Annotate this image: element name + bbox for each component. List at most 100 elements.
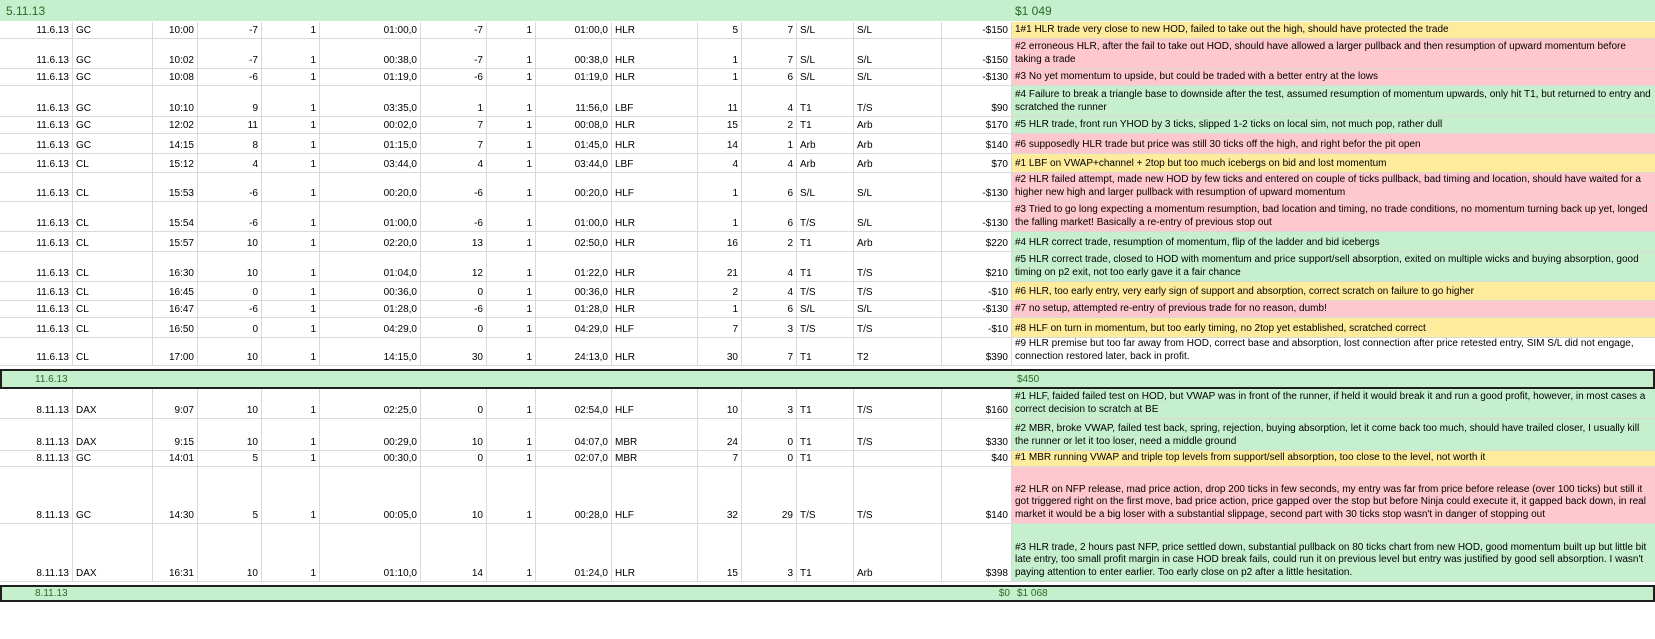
trade-time[interactable]: 17:00 — [153, 338, 198, 365]
contracts-p1[interactable]: 1 — [262, 173, 320, 201]
trade-note[interactable]: #2 HLR failed attempt, made new HOD by f… — [1012, 173, 1655, 201]
duration-p2[interactable]: 00:36,0 — [536, 282, 612, 300]
mae-ticks[interactable]: 6 — [742, 202, 797, 231]
duration-p2[interactable]: 02:50,0 — [536, 232, 612, 251]
mae-ticks[interactable]: 4 — [742, 86, 797, 116]
duration-p1[interactable]: 03:35,0 — [320, 86, 421, 116]
contracts-p2[interactable]: 1 — [487, 86, 536, 116]
ticks-p2[interactable]: 7 — [421, 117, 487, 133]
setup-type[interactable]: HLR — [612, 202, 698, 231]
duration-p1[interactable]: 01:00,0 — [320, 22, 421, 38]
exit-p2[interactable]: Arb — [854, 524, 942, 581]
exit-p1[interactable]: T1 — [797, 338, 854, 365]
trade-date[interactable]: 11.6.13 — [0, 117, 73, 133]
duration-p1[interactable]: 02:25,0 — [320, 389, 421, 418]
trade-row[interactable]: 11.6.13 GC 10:10 9 1 03:35,0 1 1 11:56,0 LBF 11 4 T1… — [0, 86, 1655, 117]
trade-date[interactable]: 11.6.13 — [0, 318, 73, 337]
setup-type[interactable]: HLR — [612, 22, 698, 38]
trade-row[interactable]: 11.6.13 GC 10:08 -6 1 01:19,0 -6 1 01:19,0 HLR 1 6 S… — [0, 69, 1655, 86]
contracts-p1[interactable]: 1 — [262, 451, 320, 466]
profit-loss[interactable]: $140 — [942, 467, 1012, 523]
setup-type[interactable]: MBR — [612, 451, 698, 466]
mae-ticks[interactable]: 3 — [742, 389, 797, 418]
ticks-p1[interactable]: 11 — [198, 117, 262, 133]
trade-time[interactable]: 10:02 — [153, 39, 198, 68]
mae-ticks[interactable]: 0 — [742, 419, 797, 450]
contracts-p1[interactable]: 1 — [262, 252, 320, 281]
mfe-ticks[interactable]: 24 — [698, 419, 742, 450]
trade-row[interactable]: 11.6.13 CL 16:50 0 1 04:29,0 0 1 04:29,0 HLF 7 3 T/S… — [0, 318, 1655, 338]
exit-p2[interactable]: Arb — [854, 117, 942, 133]
profit-loss[interactable]: $210 — [942, 252, 1012, 281]
duration-p2[interactable]: 00:08,0 — [536, 117, 612, 133]
ticks-p2[interactable]: 1 — [421, 86, 487, 116]
ticks-p1[interactable]: -7 — [198, 22, 262, 38]
setup-type[interactable]: HLR — [612, 69, 698, 85]
contracts-p1[interactable]: 1 — [262, 86, 320, 116]
contracts-p1[interactable]: 1 — [262, 318, 320, 337]
trade-row[interactable]: 11.6.13 GC 14:15 8 1 01:15,0 7 1 01:45,0 HLR 14 1 Ar… — [0, 134, 1655, 154]
duration-p2[interactable]: 00:38,0 — [536, 39, 612, 68]
trade-date[interactable]: 11.6.13 — [0, 338, 73, 365]
duration-p2[interactable]: 11:56,0 — [536, 86, 612, 116]
trade-row[interactable]: 11.6.13 GC 10:02 -7 1 00:38,0 -7 1 00:38,0 HLR 1 7 S… — [0, 39, 1655, 69]
exit-p1[interactable]: S/L — [797, 39, 854, 68]
duration-p1[interactable]: 04:29,0 — [320, 318, 421, 337]
trade-date[interactable]: 11.6.13 — [0, 86, 73, 116]
duration-p2[interactable]: 03:44,0 — [536, 154, 612, 172]
setup-type[interactable]: HLF — [612, 389, 698, 418]
mfe-ticks[interactable]: 10 — [698, 389, 742, 418]
duration-p2[interactable]: 01:24,0 — [536, 524, 612, 581]
mfe-ticks[interactable]: 11 — [698, 86, 742, 116]
trade-row[interactable]: 11.6.13 CL 15:57 10 1 02:20,0 13 1 02:50,0 HLR 16 2… — [0, 232, 1655, 252]
mae-ticks[interactable]: 2 — [742, 232, 797, 251]
duration-p1[interactable]: 01:28,0 — [320, 301, 421, 317]
ticks-p2[interactable]: 12 — [421, 252, 487, 281]
contracts-p1[interactable]: 1 — [262, 69, 320, 85]
mae-ticks[interactable]: 6 — [742, 301, 797, 317]
mae-ticks[interactable]: 3 — [742, 524, 797, 581]
exit-p2[interactable]: T/S — [854, 389, 942, 418]
mae-ticks[interactable]: 29 — [742, 467, 797, 523]
setup-type[interactable]: HLR — [612, 232, 698, 251]
exit-p1[interactable]: T1 — [797, 451, 854, 466]
trade-note[interactable]: #3 Tried to go long expecting a momentum… — [1012, 202, 1655, 231]
ticks-p2[interactable]: 0 — [421, 389, 487, 418]
duration-p1[interactable]: 01:10,0 — [320, 524, 421, 581]
trade-time[interactable]: 16:45 — [153, 282, 198, 300]
mae-ticks[interactable]: 7 — [742, 39, 797, 68]
ticks-p2[interactable]: -6 — [421, 301, 487, 317]
profit-loss[interactable]: -$130 — [942, 69, 1012, 85]
mae-ticks[interactable]: 1 — [742, 134, 797, 153]
profit-loss[interactable]: -$10 — [942, 282, 1012, 300]
contracts-p1[interactable]: 1 — [262, 301, 320, 317]
exit-p2[interactable] — [854, 451, 942, 466]
duration-p1[interactable]: 00:38,0 — [320, 39, 421, 68]
trade-note[interactable]: #4 Failure to break a triangle base to d… — [1012, 86, 1655, 116]
ticks-p2[interactable]: 0 — [421, 282, 487, 300]
ticks-p1[interactable]: 10 — [198, 389, 262, 418]
profit-loss[interactable]: $90 — [942, 86, 1012, 116]
setup-type[interactable]: HLF — [612, 173, 698, 201]
trade-row[interactable]: 8.11.13 GC 14:01 5 1 00:30,0 0 1 02:07,0 MBR 7 0 T1 $… — [0, 451, 1655, 467]
duration-p1[interactable]: 14:15,0 — [320, 338, 421, 365]
ticks-p1[interactable]: -7 — [198, 39, 262, 68]
profit-loss[interactable]: $390 — [942, 338, 1012, 365]
trade-note[interactable]: #8 HLF on turn in momentum, but too earl… — [1012, 318, 1655, 337]
duration-p2[interactable]: 01:22,0 — [536, 252, 612, 281]
trade-note[interactable]: #5 HLR trade, front run YHOD by 3 ticks,… — [1012, 117, 1655, 133]
duration-p1[interactable]: 01:19,0 — [320, 69, 421, 85]
mae-ticks[interactable]: 2 — [742, 117, 797, 133]
mae-ticks[interactable]: 6 — [742, 173, 797, 201]
ticks-p1[interactable]: 5 — [198, 467, 262, 523]
trade-symbol[interactable]: DAX — [73, 524, 153, 581]
exit-p2[interactable]: T/S — [854, 419, 942, 450]
contracts-p2[interactable]: 1 — [487, 22, 536, 38]
ticks-p1[interactable]: 10 — [198, 419, 262, 450]
duration-p2[interactable]: 01:45,0 — [536, 134, 612, 153]
contracts-p2[interactable]: 1 — [487, 173, 536, 201]
contracts-p1[interactable]: 1 — [262, 338, 320, 365]
contracts-p2[interactable]: 1 — [487, 69, 536, 85]
mfe-ticks[interactable]: 30 — [698, 338, 742, 365]
trade-date[interactable]: 11.6.13 — [0, 154, 73, 172]
